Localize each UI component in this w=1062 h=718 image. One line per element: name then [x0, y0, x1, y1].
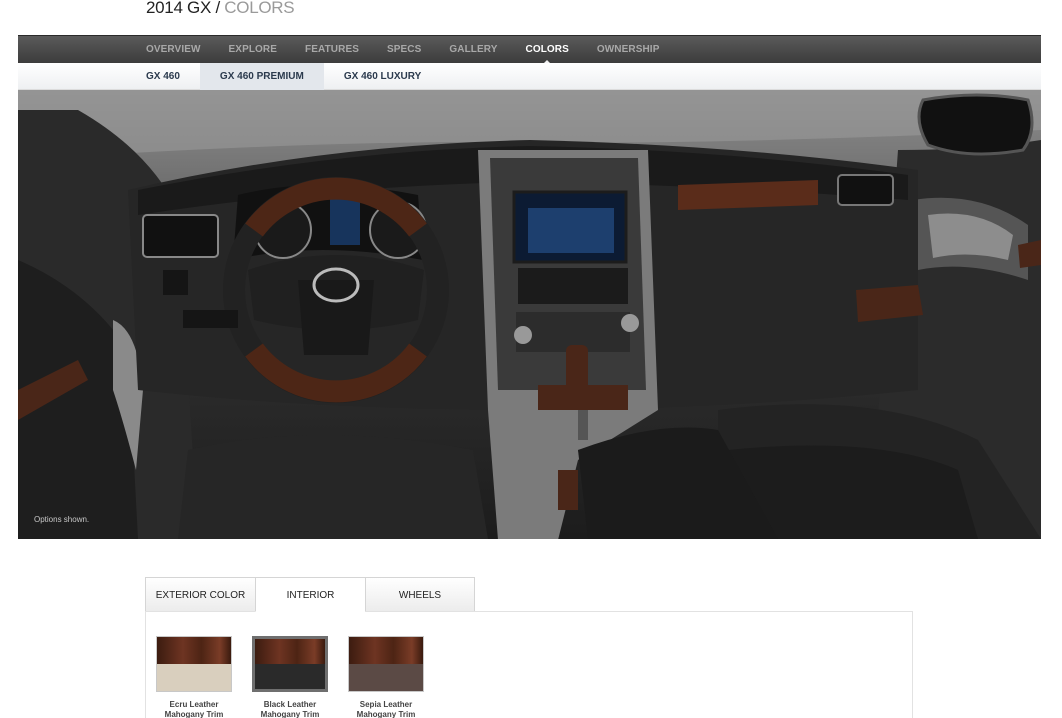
interior-illustration — [18, 90, 1041, 539]
nav-item-ownership[interactable]: OWNERSHIP — [597, 36, 660, 64]
tab-interior[interactable]: INTERIOR — [255, 577, 365, 612]
swatch-caption: Ecru Leather Mahogany Trim — [156, 700, 232, 718]
swatch-caption-line1: Black Leather — [263, 700, 317, 709]
options-shown-note: Options shown. — [34, 515, 90, 524]
swatch-caption-line1: Ecru Leather — [169, 700, 219, 709]
nav-item-overview[interactable]: OVERVIEW — [146, 36, 201, 64]
trim-tab-gx460-luxury[interactable]: GX 460 LUXURY — [324, 63, 441, 90]
leather-sample — [349, 664, 423, 691]
swatch-caption: Black Leather Mahogany Trim — [252, 700, 328, 718]
swatch-sepia-leather[interactable]: Sepia Leather Mahogany Trim — [348, 636, 424, 718]
mahogany-trim-sample — [349, 637, 423, 664]
mahogany-trim-sample — [255, 639, 325, 664]
tab-exterior-color[interactable]: EXTERIOR COLOR — [145, 577, 255, 612]
section-name: COLORS — [224, 0, 295, 17]
interior-panel: Ecru Leather Mahogany Trim Black Leather… — [145, 611, 913, 718]
swatch-chip — [252, 636, 328, 692]
trim-tab-gx460-premium[interactable]: GX 460 PREMIUM — [199, 63, 324, 90]
swatch-caption: Sepia Leather Mahogany Trim — [348, 700, 424, 718]
swatch-black-leather[interactable]: Black Leather Mahogany Trim — [252, 636, 328, 718]
page-title: 2014 GX / COLORS — [146, 0, 295, 18]
title-separator: / — [211, 0, 225, 17]
nav-item-colors[interactable]: COLORS — [526, 36, 569, 64]
swatch-caption-line2: Mahogany Trim — [164, 710, 224, 718]
swatch-ecru-leather[interactable]: Ecru Leather Mahogany Trim — [156, 636, 232, 718]
interior-image: Options shown. — [18, 90, 1041, 539]
swatch-chip — [348, 636, 424, 692]
main-nav: OVERVIEW EXPLORE FEATURES SPECS GALLERY … — [18, 35, 1041, 64]
trim-nav: GX 460 GX 460 PREMIUM GX 460 LUXURY — [18, 63, 1041, 90]
nav-item-features[interactable]: FEATURES — [305, 36, 359, 64]
swatch-caption-line2: Mahogany Trim — [260, 710, 320, 718]
tab-wheels[interactable]: WHEELS — [365, 577, 475, 612]
nav-item-gallery[interactable]: GALLERY — [449, 36, 497, 64]
color-tabs: EXTERIOR COLOR INTERIOR WHEELS — [145, 577, 475, 612]
model-name: 2014 GX — [146, 0, 212, 17]
nav-item-specs[interactable]: SPECS — [387, 36, 421, 64]
trim-tab-gx460[interactable]: GX 460 — [126, 63, 200, 90]
leather-sample — [157, 664, 231, 691]
nav-item-explore[interactable]: EXPLORE — [229, 36, 278, 64]
swatch-caption-line1: Sepia Leather — [359, 700, 413, 709]
mahogany-trim-sample — [157, 637, 231, 664]
swatch-caption-line2: Mahogany Trim — [356, 710, 416, 718]
swatch-chip — [156, 636, 232, 692]
leather-sample — [255, 664, 325, 689]
